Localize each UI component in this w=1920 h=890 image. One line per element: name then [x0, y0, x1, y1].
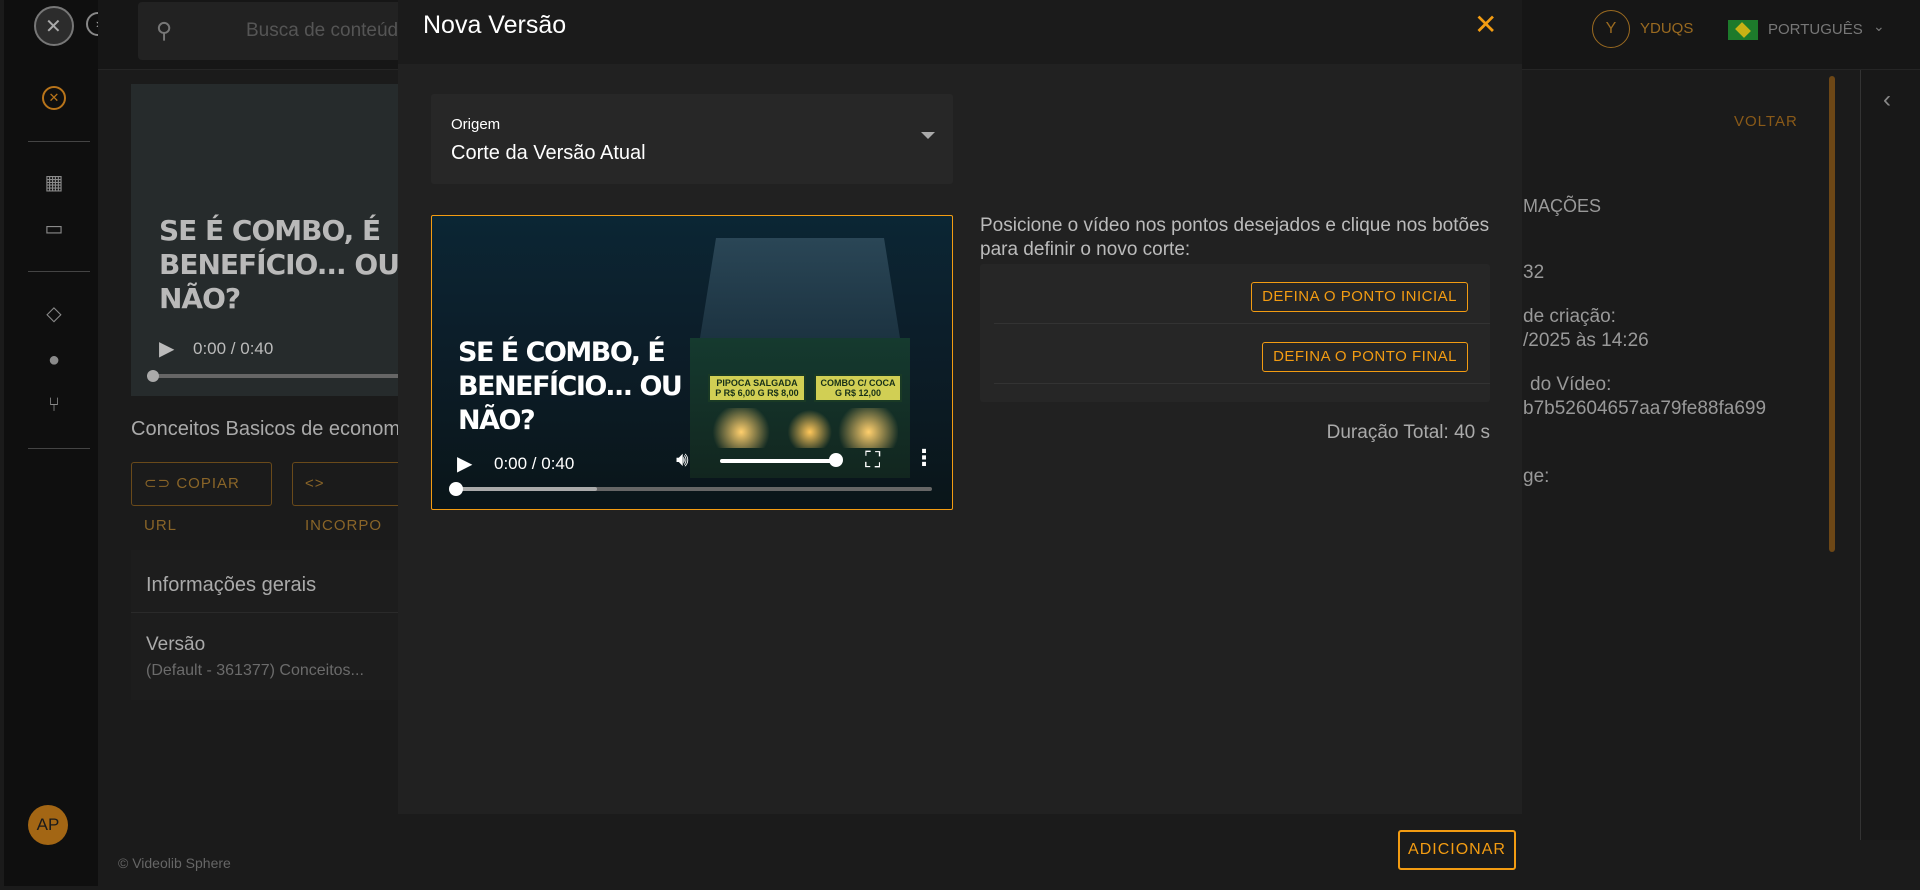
caret-down-icon	[921, 132, 935, 139]
set-start-point-button[interactable]: DEFINA O PONTO INICIAL	[1251, 282, 1468, 312]
chevron-down-icon[interactable]: ⌄	[1873, 18, 1885, 35]
info-line: do Vídeo:	[1530, 374, 1612, 395]
video-progress-bar[interactable]	[454, 487, 932, 491]
stall-roof	[700, 238, 900, 338]
flow-icon[interactable]: ⑂	[42, 393, 66, 417]
start-point-row: DEFINA O PONTO INICIAL	[994, 264, 1490, 324]
app-logo-icon[interactable]	[34, 6, 74, 46]
tag-icon[interactable]: ◇	[42, 302, 66, 326]
user-icon[interactable]: ●	[42, 348, 66, 372]
video-overlay-text: SE É COMBO, É BENEFÍCIO... OU NÃO?	[458, 337, 683, 436]
embed-label: INCORPO	[305, 517, 383, 534]
stall-lights	[702, 408, 898, 448]
info-line: ge:	[1523, 466, 1550, 487]
background-video-time: 0:00 / 0:40	[193, 339, 274, 358]
new-version-modal: Nova Versão ✕ Origem Corte da Versão Atu…	[398, 0, 1522, 890]
origin-value: Corte da Versão Atual	[451, 142, 646, 164]
background-video: SE É COMBO, É BENEFÍCIO... OU NÃO? ▶ 0:0…	[131, 84, 411, 396]
modal-title: Nova Versão	[423, 11, 567, 39]
video-player[interactable]: PIPOCA SALGADA P R$ 6,00 G R$ 8,00 COMBO…	[431, 215, 953, 510]
set-end-point-button[interactable]: DEFINA O PONTO FINAL	[1262, 342, 1468, 372]
code-icon: <>	[305, 475, 325, 492]
cut-points-panel: DEFINA O PONTO INICIAL DEFINA O PONTO FI…	[980, 264, 1490, 402]
side-collapse[interactable]: ‹	[1860, 70, 1920, 840]
total-duration: Duração Total: 40 s	[1326, 422, 1490, 443]
embed-button[interactable]: <> INCORPO	[292, 462, 402, 534]
copy-url-button[interactable]: ⊂⊃ COPIAR URL	[131, 462, 272, 534]
divider	[131, 612, 401, 613]
video-progress-knob[interactable]	[449, 482, 463, 496]
version-value: (Default - 361377) Conceitos...	[146, 662, 364, 679]
user-avatar[interactable]: Y	[1592, 10, 1630, 48]
avatar[interactable]: AP	[28, 805, 68, 845]
user-name[interactable]: YDUQS	[1640, 20, 1693, 37]
info-line: MAÇÕES	[1523, 196, 1602, 216]
rail-divider	[28, 141, 90, 142]
info-line: de criação:	[1523, 306, 1616, 327]
video-time: 0:00 / 0:40	[494, 454, 575, 473]
info-line: /2025 às 14:26	[1523, 330, 1649, 351]
close-icon[interactable]: ✕	[1474, 8, 1497, 41]
search-icon: ⚲	[156, 18, 173, 43]
more-options-icon[interactable]: ⋮	[913, 445, 935, 471]
back-button[interactable]: VOLTAR	[1734, 113, 1798, 130]
rail-divider	[28, 448, 90, 449]
fullscreen-icon[interactable]: ⛶	[865, 447, 880, 473]
search-placeholder: Busca de conteúdos	[246, 20, 419, 41]
modal-footer: ADICIONAR	[398, 814, 1522, 890]
version-label: Versão	[146, 634, 206, 655]
dashboard-icon[interactable]: ▦	[42, 171, 66, 195]
end-point-row: DEFINA O PONTO FINAL	[994, 324, 1490, 384]
background-video-overlay: SE É COMBO, É BENEFÍCIO... OU NÃO?	[159, 214, 400, 315]
language-selector[interactable]: PORTUGUÊS	[1768, 21, 1863, 38]
general-info-card: Informações gerais Versão (Default - 361…	[131, 550, 401, 700]
video-progress-buffered	[454, 487, 598, 491]
origin-label: Origem	[451, 116, 501, 133]
chevron-left-icon: ‹	[1883, 86, 1891, 113]
info-line: b7b52604657aa79fe88fa699	[1523, 398, 1767, 419]
scrollbar[interactable]	[1829, 76, 1835, 552]
details-pane	[1523, 70, 1859, 840]
stall-sign-right: COMBO C/ COCA G R$ 12,00	[814, 374, 902, 402]
modal-body: Origem Corte da Versão Atual PIPOCA SALG…	[398, 64, 1522, 814]
content-title: Conceitos Basicos de econom	[131, 418, 401, 440]
brand-icon[interactable]: ✕	[42, 86, 66, 110]
stall-sign-right-title: COMBO C/ COCA	[820, 378, 896, 388]
add-button[interactable]: ADICIONAR	[1398, 830, 1516, 870]
link-icon: ⊂⊃	[144, 475, 177, 492]
volume-knob[interactable]	[829, 453, 843, 467]
cut-instructions: Posicione o vídeo nos pontos desejados e…	[980, 215, 1490, 260]
general-info-heading: Informações gerais	[146, 574, 317, 596]
play-icon[interactable]: ▶	[457, 451, 472, 476]
background-video-progress	[147, 370, 411, 382]
origin-select[interactable]: Origem Corte da Versão Atual	[431, 94, 953, 184]
left-rail: ✕ ▦ ▭ ◇ ● ⑂ AP	[4, 0, 98, 886]
brazil-flag-icon	[1728, 20, 1758, 40]
modal-header: Nova Versão ✕	[398, 0, 1522, 64]
rail-divider	[28, 271, 90, 272]
folder-icon[interactable]: ▭	[42, 217, 66, 241]
info-line: 32	[1523, 262, 1545, 283]
footer-copyright: © Videolib Sphere	[118, 855, 231, 871]
volume-icon[interactable]: 🔊︎	[676, 449, 689, 472]
search-input[interactable]: ⚲ Busca de conteúdos	[138, 2, 438, 60]
stall-sign-right-price: G R$ 12,00	[834, 388, 882, 398]
volume-slider[interactable]	[720, 459, 835, 463]
play-icon: ▶	[159, 338, 175, 360]
